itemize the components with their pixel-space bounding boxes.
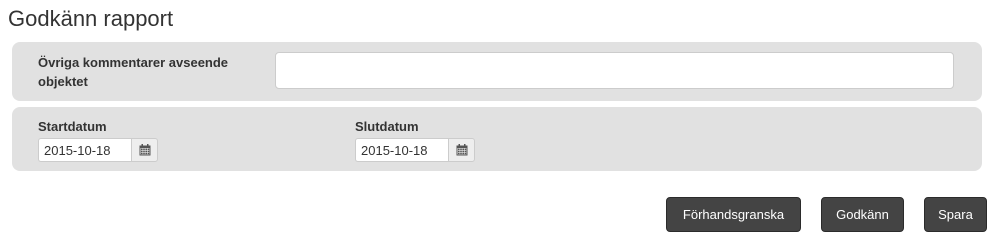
end-date-calendar-button[interactable] <box>448 138 475 162</box>
preview-button[interactable]: Förhandsgranska <box>666 197 801 232</box>
page-title: Godkänn rapport <box>8 6 174 31</box>
start-date-calendar-button[interactable] <box>131 138 158 162</box>
approve-button[interactable]: Godkänn <box>821 197 904 232</box>
end-date-input[interactable] <box>355 138 448 162</box>
comments-panel: Övriga kommentarer avseende objektet <box>12 42 982 101</box>
start-date-input[interactable] <box>38 138 131 162</box>
start-date-group: Startdatum <box>38 119 158 162</box>
save-button[interactable]: Spara <box>924 197 987 232</box>
dates-panel: Startdatum 2015-10-18 Slutdatum 2015-10-… <box>12 107 982 171</box>
comments-label: Övriga kommentarer avseende objektet <box>38 55 229 89</box>
calendar-icon <box>456 144 467 156</box>
calendar-icon <box>139 144 150 156</box>
start-date-control <box>38 138 158 162</box>
comments-input[interactable] <box>275 52 954 89</box>
end-date-label: Slutdatum <box>355 119 419 134</box>
start-date-label: Startdatum <box>38 119 107 134</box>
end-date-group: Slutdatum <box>355 119 475 162</box>
end-date-control <box>355 138 475 162</box>
